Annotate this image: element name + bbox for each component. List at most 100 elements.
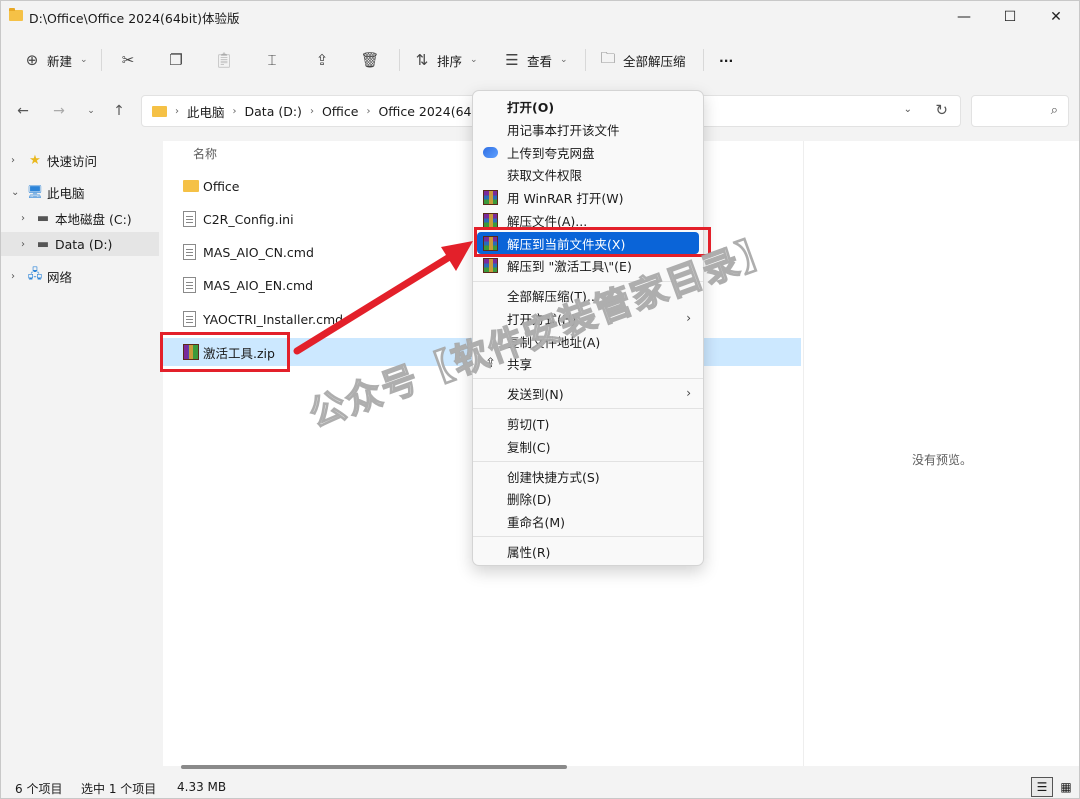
extract-all-button[interactable]: 🗀︎ 全部解压缩: [593, 43, 692, 77]
sidebar-item-network[interactable]: › 🖧︎ 网络: [1, 264, 159, 288]
menu-item-copy[interactable]: 复制(C): [477, 435, 699, 457]
toolbar-divider: [399, 49, 400, 71]
breadcrumb-data-d[interactable]: Data (D:): [245, 104, 302, 119]
file-name: C2R_Config.ini: [203, 211, 294, 227]
sidebar-label: 网络: [47, 269, 73, 285]
tiles-view-icon[interactable]: ▦: [1055, 777, 1077, 797]
menu-item-send-to[interactable]: 发送到(N) ›: [477, 382, 699, 404]
sidebar-label: 快速访问: [47, 153, 98, 169]
star-icon: ★: [29, 152, 41, 168]
delete-button[interactable]: 🗑︎: [355, 43, 385, 77]
menu-label: 属性(R): [507, 544, 551, 560]
menu-item-open[interactable]: 打开(O): [477, 95, 699, 117]
chevron-right-icon: ›: [232, 105, 237, 117]
breadcrumb-this-pc[interactable]: 此电脑: [187, 102, 225, 121]
breadcrumb-office[interactable]: Office: [322, 104, 359, 119]
menu-item-create-shortcut[interactable]: 创建快捷方式(S): [477, 465, 699, 487]
menu-label: 解压到 "激活工具\"(E): [507, 258, 632, 274]
chevron-right-icon: ›: [175, 105, 179, 117]
sort-label: 排序: [437, 53, 463, 69]
winrar-icon: [483, 189, 498, 205]
view-list-icon: ☰: [505, 51, 519, 69]
horizontal-scrollbar[interactable]: [181, 765, 567, 769]
details-view-icon[interactable]: ☰: [1031, 777, 1053, 797]
menu-item-open-with-notepad[interactable]: 用记事本打开该文件: [477, 118, 699, 140]
chevron-down-icon: ⌄: [470, 55, 478, 65]
clipboard-icon: 📋︎: [214, 51, 234, 69]
sidebar-item-drive-d[interactable]: › ▬ Data (D:): [1, 232, 159, 256]
sort-button[interactable]: ⇅ 排序 ⌄: [407, 43, 484, 77]
menu-item-upload-quark[interactable]: 上传到夸克网盘: [477, 141, 699, 163]
preview-pane: 没有预览。: [803, 141, 1079, 766]
title-bar: D:\Office\Office 2024(64bit)体验版 — ☐ ✕: [1, 1, 1079, 33]
up-arrow-icon[interactable]: ↑: [109, 101, 129, 121]
menu-item-delete[interactable]: 删除(D): [477, 487, 699, 509]
view-label: 查看: [527, 53, 553, 69]
extract-all-label: 全部解压缩: [623, 53, 686, 69]
status-bar: 6 个项目 选中 1 个项目 4.33 MB ☰ ▦: [1, 775, 1079, 799]
maximize-button[interactable]: ☐: [987, 1, 1033, 33]
menu-item-properties[interactable]: 属性(R): [477, 540, 699, 562]
sidebar-item-drive-c[interactable]: › ▬ 本地磁盘 (C:): [1, 206, 159, 230]
chevron-right-icon[interactable]: ›: [11, 155, 15, 166]
menu-label: 上传到夸克网盘: [507, 145, 595, 161]
drive-icon: ▬: [36, 236, 50, 252]
file-name: Office: [203, 178, 240, 194]
menu-divider: [473, 536, 703, 537]
annotation-box-zip: [160, 332, 290, 372]
winrar-icon: [483, 257, 498, 273]
chevron-right-icon: ›: [309, 105, 314, 117]
view-button[interactable]: ☰ 查看 ⌄: [497, 43, 574, 77]
sort-icon: ⇅: [415, 51, 429, 69]
menu-item-cut[interactable]: 剪切(T): [477, 412, 699, 434]
chevron-right-icon[interactable]: ›: [21, 239, 25, 250]
menu-label: 重命名(M): [507, 514, 566, 530]
column-header-name[interactable]: 名称: [193, 145, 217, 162]
folder-icon: [9, 8, 23, 21]
recent-chevron-icon[interactable]: ⌄: [81, 101, 101, 121]
chevron-down-icon[interactable]: ⌄: [11, 187, 19, 198]
cut-button[interactable]: ✂: [113, 43, 143, 77]
drive-icon: ▬: [36, 210, 50, 226]
address-dropdown-icon[interactable]: ⌄: [904, 104, 912, 115]
rename-icon: ⌶: [267, 51, 277, 69]
menu-item-open-winrar[interactable]: 用 WinRAR 打开(W): [477, 186, 699, 208]
navigation-pane: › ★ 快速访问 ⌄ 🖥︎ 此电脑 › ▬ 本地磁盘 (C:) › ▬ Data…: [1, 141, 161, 761]
sidebar-item-quick-access[interactable]: › ★ 快速访问: [1, 148, 159, 172]
paste-button[interactable]: 📋︎: [209, 43, 239, 77]
menu-label: 删除(D): [507, 491, 552, 507]
search-input[interactable]: ⌕: [971, 95, 1069, 127]
cloud-icon: [483, 147, 498, 158]
selected-size: 4.33 MB: [177, 780, 227, 794]
toolbar-divider: [101, 49, 102, 71]
close-button[interactable]: ✕: [1033, 1, 1079, 33]
forward-arrow-icon[interactable]: →: [49, 101, 69, 121]
menu-item-rename[interactable]: 重命名(M): [477, 510, 699, 532]
copy-button[interactable]: ❐: [161, 43, 191, 77]
more-options-button[interactable]: ···: [713, 43, 739, 77]
extract-icon: 🗀︎: [600, 48, 616, 67]
back-arrow-icon[interactable]: ←: [13, 101, 33, 121]
chevron-right-icon[interactable]: ›: [11, 271, 15, 282]
network-icon: 🖧︎: [27, 267, 43, 282]
file-name: YAOCTRI_Installer.cmd: [203, 311, 344, 327]
menu-label: 获取文件权限: [507, 167, 583, 183]
chevron-right-icon[interactable]: ›: [21, 213, 25, 224]
cmd-file-icon: [183, 311, 196, 327]
minimize-button[interactable]: —: [941, 1, 987, 33]
share-button[interactable]: ⇪: [307, 43, 337, 77]
chevron-right-icon: ›: [686, 386, 691, 400]
file-name: MAS_AIO_CN.cmd: [203, 244, 314, 260]
menu-item-take-ownership[interactable]: 获取文件权限: [477, 163, 699, 185]
folder-icon: [152, 105, 167, 117]
chevron-right-icon: ›: [686, 311, 691, 325]
sidebar-item-this-pc[interactable]: ⌄ 🖥︎ 此电脑: [1, 180, 159, 204]
menu-divider: [473, 378, 703, 379]
chevron-right-icon: ›: [366, 105, 371, 117]
menu-label: 用记事本打开该文件: [507, 122, 620, 138]
new-button[interactable]: ⊕ 新建 ⌄: [17, 43, 94, 77]
menu-label: 打开(O): [507, 99, 555, 115]
trash-icon: 🗑︎: [360, 51, 380, 69]
refresh-icon[interactable]: ↻: [935, 101, 948, 119]
rename-button[interactable]: ⌶: [257, 43, 287, 77]
